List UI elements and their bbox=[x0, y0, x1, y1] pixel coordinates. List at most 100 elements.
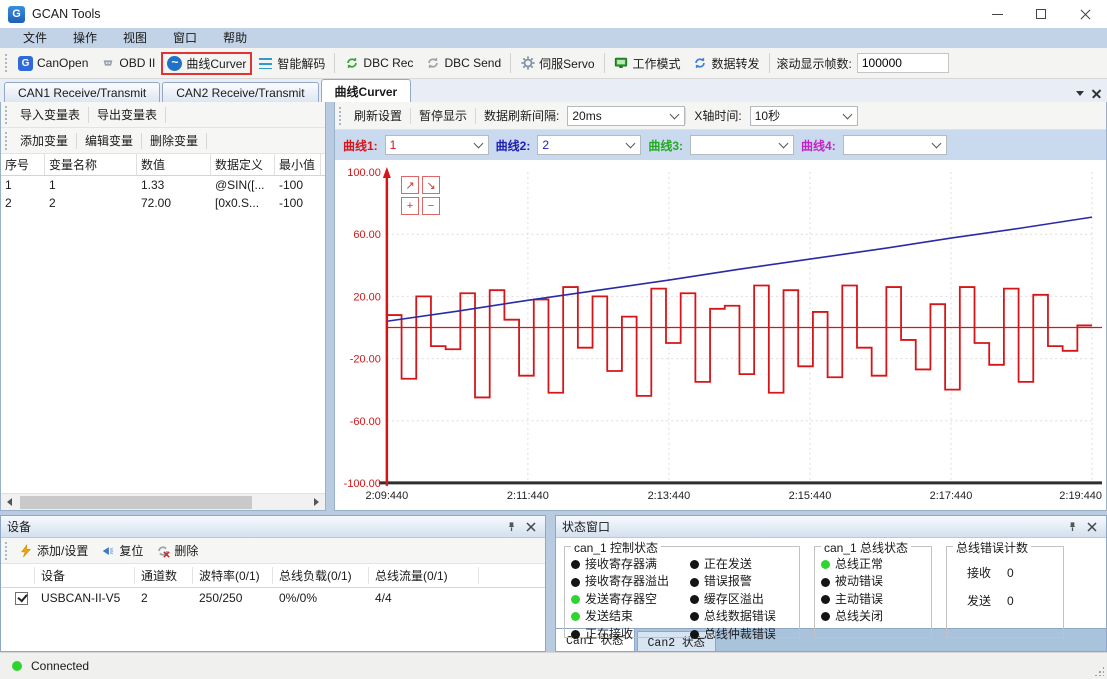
column-header-baudrate[interactable]: 波特率(0/1) bbox=[193, 567, 273, 583]
column-header-min[interactable]: 最小值 bbox=[275, 154, 321, 175]
x-axis-time-select[interactable]: 10秒 bbox=[750, 106, 858, 126]
status-panel: 状态窗口 can_1 控制状态 接收寄存器满 接收寄存器溢出 发送寄存器空 bbox=[555, 515, 1107, 652]
scrollbar-thumb[interactable] bbox=[20, 496, 252, 509]
add-variable-button[interactable]: 添加变量 bbox=[12, 130, 76, 151]
pin-icon[interactable] bbox=[1064, 519, 1080, 535]
maximize-button[interactable] bbox=[1019, 0, 1063, 28]
toolbar-dbc-rec-button[interactable]: DBC Rec bbox=[338, 53, 419, 74]
menu-operate[interactable]: 操作 bbox=[60, 28, 110, 48]
delete-icon bbox=[155, 543, 170, 558]
toolbar-servo-label: 伺服Servo bbox=[539, 55, 594, 72]
close-button[interactable] bbox=[1063, 0, 1107, 28]
chart-toolbar: 刷新设置 暂停显示 数据刷新间隔: 20ms X轴时间: 10秒 bbox=[335, 102, 1106, 130]
cell-channels: 2 bbox=[135, 591, 193, 605]
zoom-y-in-button[interactable]: + bbox=[401, 197, 419, 215]
variable-row[interactable]: 2 2 72.00 [0x0.S... -100 bbox=[1, 194, 325, 212]
led-indicator bbox=[690, 612, 699, 621]
menu-view[interactable]: 视图 bbox=[110, 28, 160, 48]
toolbar-canopen-button[interactable]: CanOpen bbox=[12, 53, 94, 74]
close-icon[interactable] bbox=[1084, 519, 1100, 535]
column-header-channels[interactable]: 通道数 bbox=[135, 567, 193, 583]
device-reset-button[interactable]: 复位 bbox=[94, 539, 149, 562]
separator bbox=[165, 107, 166, 123]
curve1-select[interactable]: 1 bbox=[385, 135, 489, 155]
column-header-value[interactable]: 数值 bbox=[137, 154, 211, 175]
edit-variable-button[interactable]: 编辑变量 bbox=[77, 130, 141, 151]
led-indicator bbox=[690, 595, 699, 604]
close-icon[interactable] bbox=[523, 519, 539, 535]
variable-row[interactable]: 1 1 1.33 @SIN([... -100 bbox=[1, 176, 325, 194]
toolbar-forward-label: 数据转发 bbox=[712, 55, 760, 72]
curve3-select[interactable] bbox=[690, 135, 794, 155]
delete-variable-button[interactable]: 删除变量 bbox=[142, 130, 206, 151]
toolbar-obd-button[interactable]: OBD II bbox=[94, 53, 161, 74]
toolbar-grip[interactable] bbox=[5, 54, 7, 72]
minimize-icon bbox=[992, 14, 1003, 15]
toolbar-dbc-send-button[interactable]: DBC Send bbox=[419, 53, 507, 74]
scroll-left-icon[interactable] bbox=[1, 494, 18, 511]
menu-help[interactable]: 帮助 bbox=[210, 28, 260, 48]
zoom-y-out-button[interactable]: − bbox=[422, 197, 440, 215]
minimize-button[interactable] bbox=[975, 0, 1019, 28]
toolbar-separator bbox=[769, 53, 770, 73]
column-header-name[interactable]: 变量名称 bbox=[45, 154, 137, 175]
led-indicator bbox=[571, 630, 580, 639]
column-header-device[interactable]: 设备 bbox=[35, 567, 135, 583]
pause-display-button[interactable]: 暂停显示 bbox=[411, 105, 475, 126]
toolbar-grip[interactable] bbox=[5, 132, 7, 150]
scroll-frames-input[interactable] bbox=[857, 53, 949, 73]
column-header-index[interactable]: 序号 bbox=[1, 154, 45, 175]
column-header-busflow[interactable]: 总线流量(0/1) bbox=[369, 567, 479, 583]
curve4-select[interactable] bbox=[843, 135, 947, 155]
led-indicator bbox=[690, 630, 699, 639]
lightning-icon bbox=[18, 543, 33, 558]
tab-curver[interactable]: 曲线Curver bbox=[321, 79, 412, 102]
refresh-interval-select[interactable]: 20ms bbox=[567, 106, 685, 126]
main-toolbar: CanOpen OBD II 曲线Curver 智能解码 DBC Rec bbox=[0, 48, 1107, 79]
menu-window[interactable]: 窗口 bbox=[160, 28, 210, 48]
device-add-settings-button[interactable]: 添加/设置 bbox=[12, 539, 94, 562]
resize-grip-icon[interactable] bbox=[1094, 666, 1104, 676]
device-panel-title: 设备 bbox=[7, 518, 499, 535]
refresh-settings-button[interactable]: 刷新设置 bbox=[346, 105, 410, 126]
curve2-select[interactable]: 2 bbox=[537, 135, 641, 155]
toolbar-curver-button[interactable]: 曲线Curver bbox=[161, 52, 252, 75]
toolbar-servo-button[interactable]: 伺服Servo bbox=[514, 52, 600, 75]
device-add-settings-label: 添加/设置 bbox=[37, 542, 88, 559]
tab-close-icon[interactable] bbox=[1092, 89, 1101, 98]
variables-table-header: 序号 变量名称 数值 数据定义 最小值 bbox=[1, 154, 325, 176]
tab-can1-receive-transmit[interactable]: CAN1 Receive/Transmit bbox=[4, 82, 160, 102]
error-count-group-title: 总线错误计数 bbox=[953, 539, 1031, 556]
toolbar-grip[interactable] bbox=[339, 107, 341, 125]
toolbar-workmode-button[interactable]: 工作模式 bbox=[608, 52, 687, 75]
status-led-item: 发送寄存器空 bbox=[571, 591, 680, 608]
device-delete-button[interactable]: 删除 bbox=[149, 539, 204, 562]
pin-icon[interactable] bbox=[503, 519, 519, 535]
device-toolbar: 添加/设置 复位 删除 bbox=[1, 538, 545, 564]
column-header-busload[interactable]: 总线负载(0/1) bbox=[273, 567, 369, 583]
led-indicator bbox=[571, 612, 580, 621]
scroll-right-icon[interactable] bbox=[308, 494, 325, 511]
toolbar-grip[interactable] bbox=[5, 106, 7, 124]
toolbar-decode-button[interactable]: 智能解码 bbox=[252, 52, 331, 75]
led-indicator bbox=[821, 612, 830, 621]
window-title: GCAN Tools bbox=[32, 7, 101, 21]
device-enabled-checkbox[interactable] bbox=[15, 592, 28, 605]
zoom-x-out-button[interactable]: ↘ bbox=[422, 176, 440, 194]
y-tick-label: -60.00 bbox=[350, 416, 381, 428]
toolbar-grip[interactable] bbox=[5, 542, 7, 560]
tab-can2-receive-transmit[interactable]: CAN2 Receive/Transmit bbox=[162, 82, 318, 102]
panel-splitter[interactable] bbox=[326, 102, 334, 511]
import-variables-button[interactable]: 导入变量表 bbox=[12, 104, 88, 125]
device-row[interactable]: USBCAN-II-V5 2 250/250 0%/0% 4/4 bbox=[1, 588, 545, 608]
toolbar-forward-button[interactable]: 数据转发 bbox=[687, 52, 766, 75]
horizontal-scrollbar[interactable] bbox=[1, 493, 325, 510]
export-variables-button[interactable]: 导出变量表 bbox=[89, 104, 165, 125]
zoom-x-in-button[interactable]: ↗ bbox=[401, 176, 419, 194]
tab-list-dropdown-icon[interactable] bbox=[1076, 91, 1084, 96]
column-header-definition[interactable]: 数据定义 bbox=[211, 154, 275, 175]
curve1-label: 曲线1: bbox=[343, 137, 378, 154]
cell-value: 72.00 bbox=[137, 196, 211, 210]
column-header-check bbox=[1, 567, 35, 583]
menu-file[interactable]: 文件 bbox=[10, 28, 60, 48]
